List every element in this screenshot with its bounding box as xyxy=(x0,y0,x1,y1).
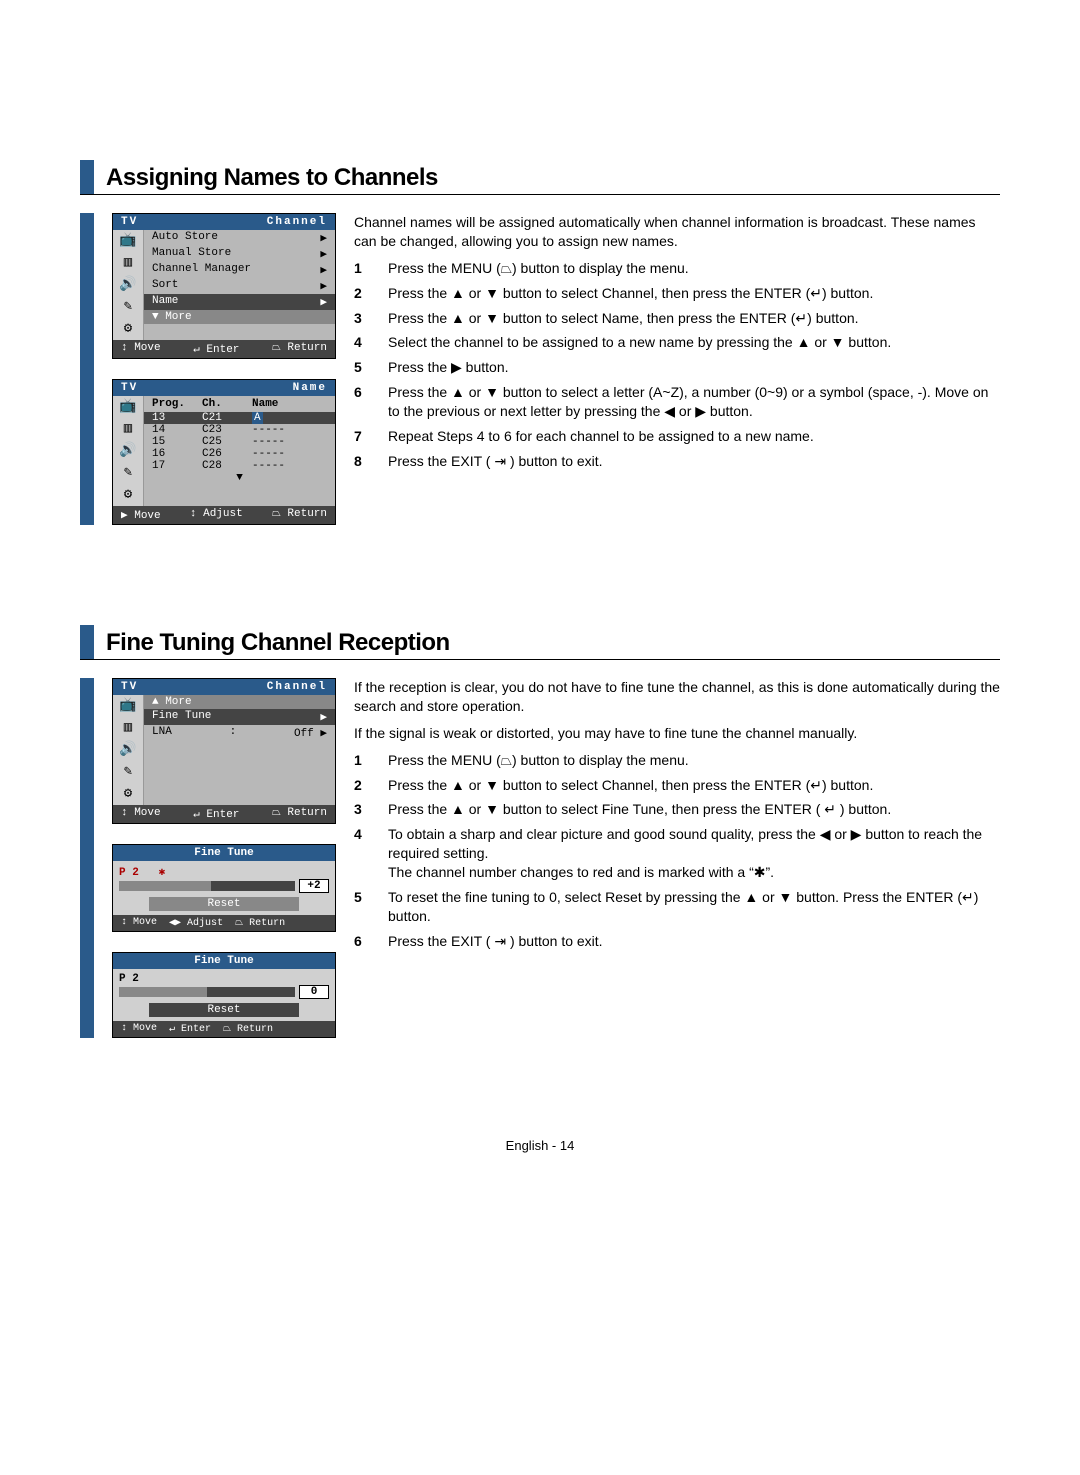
step: 2Press the ▲ or ▼ button to select Chann… xyxy=(354,776,1000,795)
step: 1Press the MENU (⏢) button to display th… xyxy=(354,259,1000,278)
osd-sidebar-icons: 📺 ▥ 🔊 ✎ ⚙ xyxy=(113,230,144,340)
ft-value: +2 xyxy=(299,879,329,893)
step: 2Press the ▲ or ▼ button to select Chann… xyxy=(354,284,1000,303)
picture-icon: 📺 xyxy=(119,699,136,713)
osd-title: Channel xyxy=(267,216,327,228)
gear-icon: ⚙ xyxy=(124,322,132,336)
step: 3Press the ▲ or ▼ button to select Fine … xyxy=(354,800,1000,819)
ft-footer: ↕ Move ◀▶ Adjust ⏢ Return xyxy=(113,915,335,931)
step: 8Press the EXIT ( ⇥ ) button to exit. xyxy=(354,452,1000,471)
menu-item-selected: Fine Tune▶ xyxy=(144,709,335,725)
osd-sidebar-icons: 📺 ▥ 🔊 ✎ ⚙ xyxy=(113,695,144,805)
osd-tv-label: TV xyxy=(121,382,138,394)
picture-icon: 📺 xyxy=(119,400,136,414)
ft-slider xyxy=(119,881,295,891)
section-header: Fine Tuning Channel Reception xyxy=(80,625,1000,660)
table-row: 14 C23 ----- xyxy=(144,424,335,436)
table-row: 15 C25 ----- xyxy=(144,436,335,448)
section-assigning-names: Assigning Names to Channels TV Channel 📺… xyxy=(80,160,1000,525)
ft-reset: Reset xyxy=(149,897,299,911)
step: 5To reset the fine tuning to 0, select R… xyxy=(354,888,1000,926)
menu-item-selected: Name▶ xyxy=(144,294,335,310)
intro-text: If the reception is clear, you do not ha… xyxy=(354,678,1000,716)
menu-more-down: ▼ xyxy=(144,472,335,484)
menu-item: Manual Store▶ xyxy=(144,246,335,262)
step: 7Repeat Steps 4 to 6 for each channel to… xyxy=(354,427,1000,446)
setup-icon: ✎ xyxy=(124,765,132,779)
menu-more: ▼ More xyxy=(144,310,335,324)
step: 4To obtain a sharp and clear picture and… xyxy=(354,825,1000,882)
table-row: 17 C28 ----- xyxy=(144,460,335,472)
osd-name-menu: TV Name 📺 ▥ 🔊 ✎ ⚙ Prog. Ch. xyxy=(112,379,336,525)
section-title: Assigning Names to Channels xyxy=(106,160,438,194)
intro-text: Channel names will be assigned automatic… xyxy=(354,213,1000,251)
osd-fine-tune-zero: Fine Tune P 2 0 Reset ↕ Move ↵ Enter ⏢ R… xyxy=(112,952,336,1038)
osd-footer: ▶ Move ↕ Adjust ⏢ Return xyxy=(113,506,335,524)
menu-item: Channel Manager▶ xyxy=(144,262,335,278)
channel-icon: ▥ xyxy=(124,256,132,270)
table-row: 13 C21 A xyxy=(144,412,335,424)
instructions: Channel names will be assigned automatic… xyxy=(354,213,1000,525)
osd-footer: ↕ Move ↵ Enter ⏢ Return xyxy=(113,805,335,823)
ft-title: Fine Tune xyxy=(113,845,335,861)
osd-sidebar-icons: 📺 ▥ 🔊 ✎ ⚙ xyxy=(113,396,144,506)
step: 5Press the ▶ button. xyxy=(354,358,1000,377)
menu-item: Sort▶ xyxy=(144,278,335,294)
osd-footer: ↕ Move ↵ Enter ⏢ Return xyxy=(113,340,335,358)
section-title: Fine Tuning Channel Reception xyxy=(106,625,450,659)
menu-item: Auto Store▶ xyxy=(144,230,335,246)
step: 4Select the channel to be assigned to a … xyxy=(354,333,1000,352)
osd-tv-label: TV xyxy=(121,216,138,228)
ft-star: ✱ xyxy=(159,867,166,879)
gear-icon: ⚙ xyxy=(124,488,132,502)
section-header: Assigning Names to Channels xyxy=(80,160,1000,195)
sound-icon: 🔊 xyxy=(119,278,136,292)
menu-more-up: ▲ More xyxy=(144,695,335,709)
header-accent-bar xyxy=(80,625,94,659)
ft-footer: ↕ Move ↵ Enter ⏢ Return xyxy=(113,1021,335,1037)
picture-icon: 📺 xyxy=(119,234,136,248)
ft-title: Fine Tune xyxy=(113,953,335,969)
osd-title: Channel xyxy=(267,681,327,693)
step: 1Press the MENU (⏢) button to display th… xyxy=(354,751,1000,770)
osd-channel-menu-ft: TV Channel 📺 ▥ 🔊 ✎ ⚙ ▲ More Fine Tune▶ xyxy=(112,678,336,824)
ft-channel: P 2 xyxy=(119,867,139,879)
osd-channel-menu: TV Channel 📺 ▥ 🔊 ✎ ⚙ Auto Store▶ Manual … xyxy=(112,213,336,359)
instructions: If the reception is clear, you do not ha… xyxy=(354,678,1000,1038)
page-footer: English - 14 xyxy=(80,1138,1000,1153)
table-row: 16 C26 ----- xyxy=(144,448,335,460)
osd-tv-label: TV xyxy=(121,681,138,693)
step: 6Press the ▲ or ▼ button to select a let… xyxy=(354,383,1000,421)
channel-icon: ▥ xyxy=(124,721,132,735)
osd-fine-tune-adjusted: Fine Tune P 2 ✱ +2 Reset ↕ Move ◀▶ Adjus… xyxy=(112,844,336,932)
section-fine-tuning: Fine Tuning Channel Reception TV Channel… xyxy=(80,625,1000,1038)
osd-title: Name xyxy=(293,382,327,394)
setup-icon: ✎ xyxy=(124,300,132,314)
sound-icon: 🔊 xyxy=(119,444,136,458)
ft-value: 0 xyxy=(299,985,329,999)
step: 3Press the ▲ or ▼ button to select Name,… xyxy=(354,309,1000,328)
side-accent-bar xyxy=(80,678,94,1038)
menu-item: LNA : Off ▶ xyxy=(144,725,335,741)
ft-channel: P 2 xyxy=(119,973,139,985)
header-accent-bar xyxy=(80,160,94,194)
side-accent-bar xyxy=(80,213,94,525)
table-header: Prog. Ch. Name xyxy=(144,396,335,412)
channel-icon: ▥ xyxy=(124,422,132,436)
step: 6Press the EXIT ( ⇥ ) button to exit. xyxy=(354,932,1000,951)
gear-icon: ⚙ xyxy=(124,787,132,801)
setup-icon: ✎ xyxy=(124,466,132,480)
ft-slider xyxy=(119,987,295,997)
intro-text: If the signal is weak or distorted, you … xyxy=(354,724,1000,743)
sound-icon: 🔊 xyxy=(119,743,136,757)
ft-reset-selected: Reset xyxy=(149,1003,299,1017)
